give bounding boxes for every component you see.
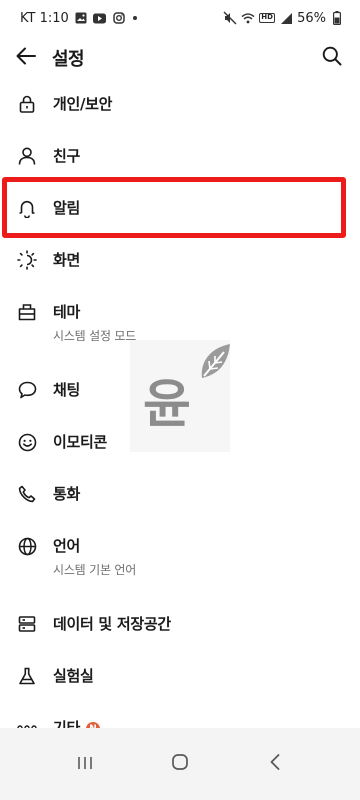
settings-item-display[interactable]: 화면 xyxy=(0,234,360,286)
chat-bubble-icon xyxy=(17,380,37,400)
brightness-icon xyxy=(17,250,37,270)
settings-item-storage[interactable]: 데이터 및 저장공간 xyxy=(0,598,360,650)
settings-item-label: 언어 xyxy=(53,537,81,555)
home-icon xyxy=(171,753,189,775)
home-button[interactable] xyxy=(150,739,210,789)
settings-item-label: 채팅 xyxy=(53,381,81,399)
leaf-icon xyxy=(198,342,232,386)
settings-item-label: 이모티콘 xyxy=(53,433,108,451)
recent-apps-icon xyxy=(77,755,93,774)
notification-dot xyxy=(132,16,137,20)
search-icon xyxy=(322,46,342,70)
settings-item-sublabel: 시스템 설정 모드 xyxy=(53,329,137,343)
mute-icon xyxy=(223,11,237,25)
settings-item-labs[interactable]: 실험실 xyxy=(0,650,360,702)
settings-item-language[interactable]: 언어 시스템 기본 언어 xyxy=(0,520,360,598)
settings-item-friends[interactable]: 친구 xyxy=(0,130,360,182)
phone-icon xyxy=(17,484,37,504)
nav-back-button[interactable] xyxy=(245,739,305,789)
highlight-box xyxy=(2,177,346,238)
storage-icon xyxy=(17,614,37,634)
gallery-icon xyxy=(74,11,88,25)
status-bar: KT 1:10 HD 56% xyxy=(0,0,360,36)
settings-item-label: 실험실 xyxy=(53,667,94,685)
settings-item-label: 테마 xyxy=(53,303,81,321)
settings-item-sublabel: 시스템 기본 언어 xyxy=(53,563,137,577)
settings-item-label: 통화 xyxy=(53,485,81,503)
carrier-time: KT 1:10 xyxy=(20,10,69,26)
theme-icon xyxy=(17,302,37,322)
signal-icon xyxy=(279,11,293,25)
globe-icon xyxy=(17,536,37,556)
instagram-icon xyxy=(112,11,126,25)
settings-item-label: 개인/보안 xyxy=(53,95,113,113)
settings-item-privacy[interactable]: 개인/보안 xyxy=(0,78,360,130)
app-header: 설정 xyxy=(0,36,360,80)
smiley-icon xyxy=(17,432,37,452)
back-button[interactable] xyxy=(0,36,52,80)
page-title: 설정 xyxy=(52,49,85,70)
watermark-text: 윤 xyxy=(143,375,191,435)
search-button[interactable] xyxy=(304,36,360,80)
system-nav-bar xyxy=(0,728,360,800)
battery-icon xyxy=(330,11,344,25)
lock-icon xyxy=(17,94,37,114)
wifi-icon xyxy=(241,11,255,25)
flask-icon xyxy=(17,666,37,686)
arrow-left-icon xyxy=(16,47,36,69)
watermark: 윤 xyxy=(130,340,230,452)
person-icon xyxy=(17,146,37,166)
recent-apps-button[interactable] xyxy=(55,739,115,789)
chevron-left-icon xyxy=(269,753,281,775)
settings-item-label: 데이터 및 저장공간 xyxy=(53,615,171,633)
youtube-icon xyxy=(93,11,107,25)
battery-percent: 56% xyxy=(297,10,326,26)
settings-item-label: 친구 xyxy=(53,147,81,165)
hd-icon: HD xyxy=(259,13,276,23)
settings-item-label: 화면 xyxy=(53,251,81,269)
settings-item-calls[interactable]: 통화 xyxy=(0,468,360,520)
